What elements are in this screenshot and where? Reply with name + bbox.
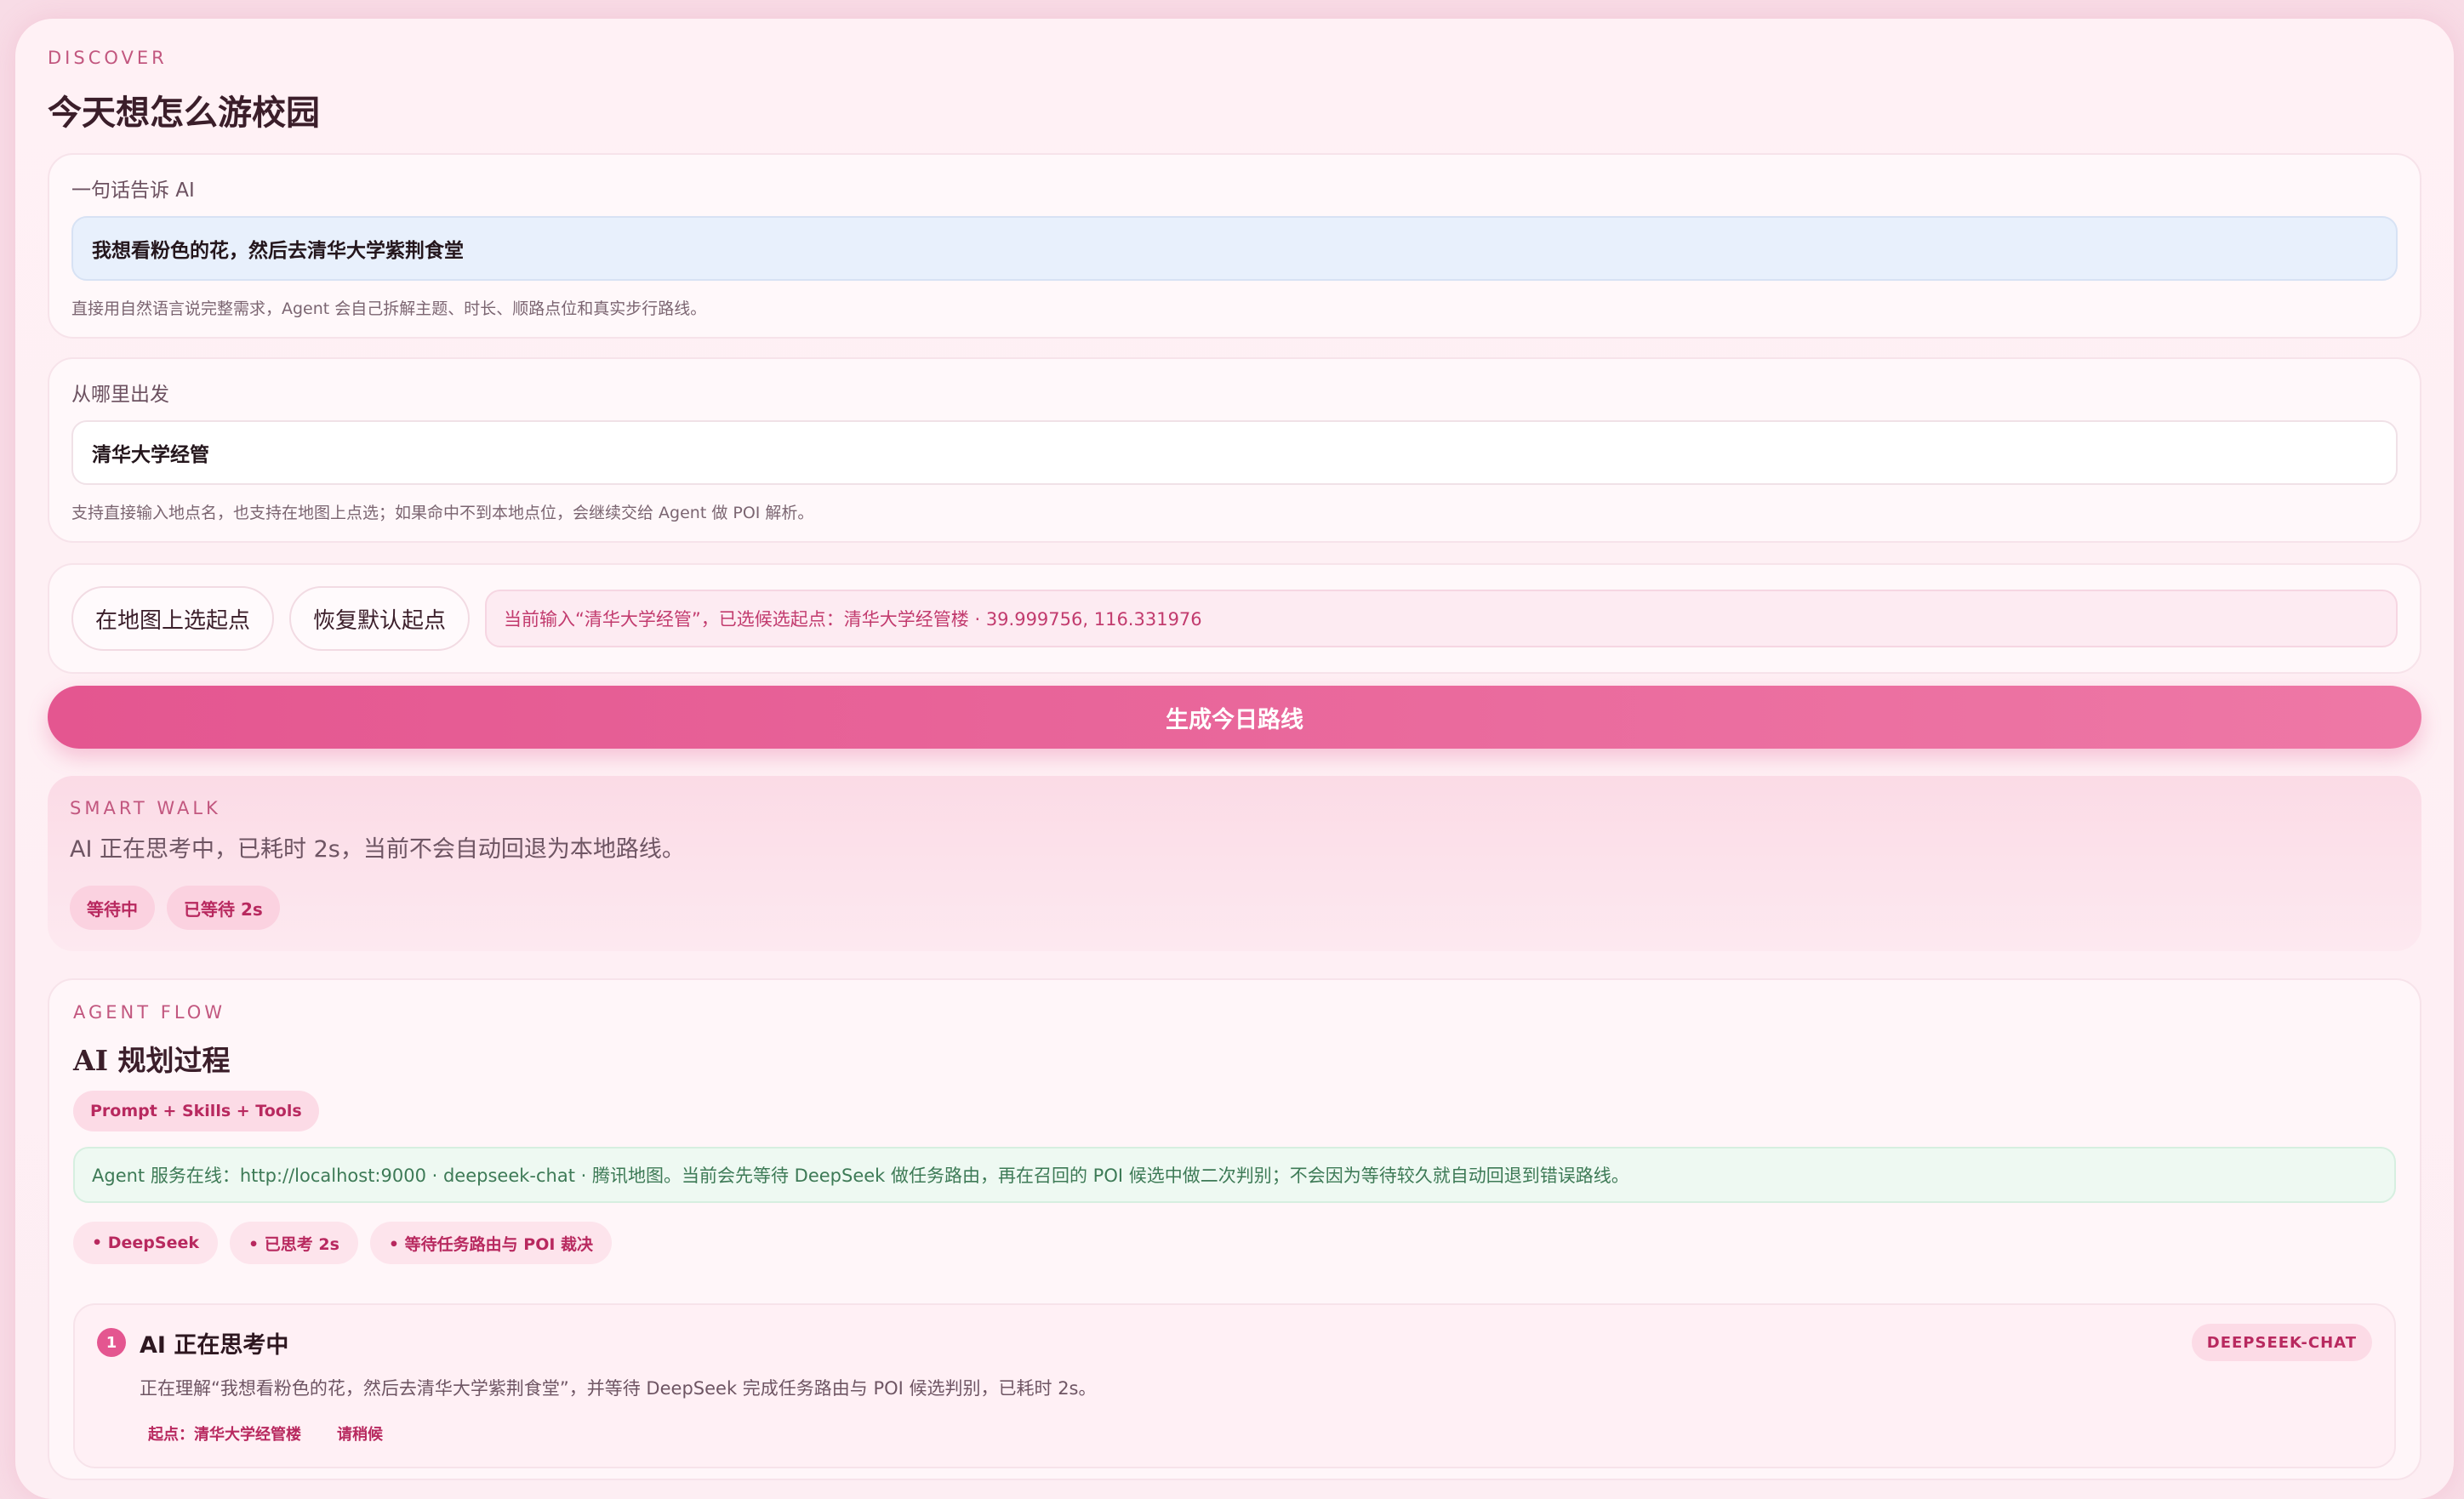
prompt-card: 一句话告诉 AI 我想看粉色的花，然后去清华大学紫荆食堂 直接用自然语言说完整需… bbox=[48, 153, 2421, 339]
discover-eyebrow: DISCOVER bbox=[48, 48, 168, 68]
smart-walk-eyebrow: SMART WALK bbox=[70, 798, 221, 818]
origin-status: 当前输入“清华大学经管”，已选候选起点：清华大学经管楼 · 39.999756,… bbox=[485, 590, 2398, 647]
prompt-hint: 直接用自然语言说完整需求，Agent 会自己拆解主题、时长、顺路点位和真实步行路… bbox=[71, 299, 707, 318]
step-meta-origin: 起点：清华大学经管楼 bbox=[148, 1426, 301, 1444]
agent-service-status: Agent 服务在线：http://localhost:9000 · deeps… bbox=[73, 1147, 2396, 1203]
flow-tag-waiting-routing: • 等待任务路由与 POI 裁决 bbox=[369, 1222, 613, 1264]
prompt-label: 一句话告诉 AI bbox=[71, 180, 195, 202]
step-meta-wait: 请稍候 bbox=[337, 1426, 383, 1444]
origin-input[interactable]: 清华大学经管 bbox=[71, 420, 2398, 485]
agent-flow-panel: AGENT FLOW AI 规划过程 Prompt + Skills + Too… bbox=[48, 978, 2421, 1480]
origin-card: 从哪里出发 清华大学经管 支持直接输入地点名，也支持在地图上点选；如果命中不到本… bbox=[48, 357, 2421, 543]
model-badge: DEEPSEEK-CHAT bbox=[2191, 1324, 2372, 1361]
step-title: AI 正在思考中 bbox=[140, 1331, 289, 1359]
smart-walk-panel: SMART WALK AI 正在思考中，已耗时 2s，当前不会自动回退为本地路线… bbox=[48, 776, 2421, 951]
origin-actions: 在地图上选起点 恢复默认起点 当前输入“清华大学经管”，已选候选起点：清华大学经… bbox=[48, 563, 2421, 674]
flow-tag-deepseek: • DeepSeek bbox=[73, 1222, 218, 1264]
status-badge-waiting: 等待中 bbox=[70, 886, 155, 930]
smart-walk-message: AI 正在思考中，已耗时 2s，当前不会自动回退为本地路线。 bbox=[70, 836, 685, 863]
origin-hint: 支持直接输入地点名，也支持在地图上点选；如果命中不到本地点位，会继续交给 Age… bbox=[71, 504, 814, 522]
prompt-skills-chip: Prompt + Skills + Tools bbox=[73, 1091, 319, 1131]
step-number: 1 bbox=[97, 1328, 126, 1357]
agent-flow-eyebrow: AGENT FLOW bbox=[73, 1002, 226, 1023]
status-badge-elapsed: 已等待 2s bbox=[167, 886, 280, 930]
pick-on-map-button[interactable]: 在地图上选起点 bbox=[71, 586, 275, 651]
reset-origin-button[interactable]: 恢复默认起点 bbox=[289, 586, 471, 651]
step-description: 正在理解“我想看粉色的花，然后去清华大学紫荆食堂”，并等待 DeepSeek 完… bbox=[140, 1378, 1097, 1399]
agent-step-card: 1 AI 正在思考中 DEEPSEEK-CHAT 正在理解“我想看粉色的花，然后… bbox=[73, 1303, 2396, 1468]
origin-label: 从哪里出发 bbox=[71, 384, 169, 406]
prompt-input[interactable]: 我想看粉色的花，然后去清华大学紫荆食堂 bbox=[71, 216, 2398, 281]
generate-route-button[interactable]: 生成今日路线 bbox=[48, 686, 2421, 749]
agent-flow-title: AI 规划过程 bbox=[73, 1044, 231, 1077]
flow-tag-thinking-time: • 已思考 2s bbox=[230, 1222, 358, 1264]
page-title: 今天想怎么游校园 bbox=[48, 93, 320, 133]
discover-panel: DISCOVER 今天想怎么游校园 一句话告诉 AI 我想看粉色的花，然后去清华… bbox=[15, 19, 2454, 1499]
